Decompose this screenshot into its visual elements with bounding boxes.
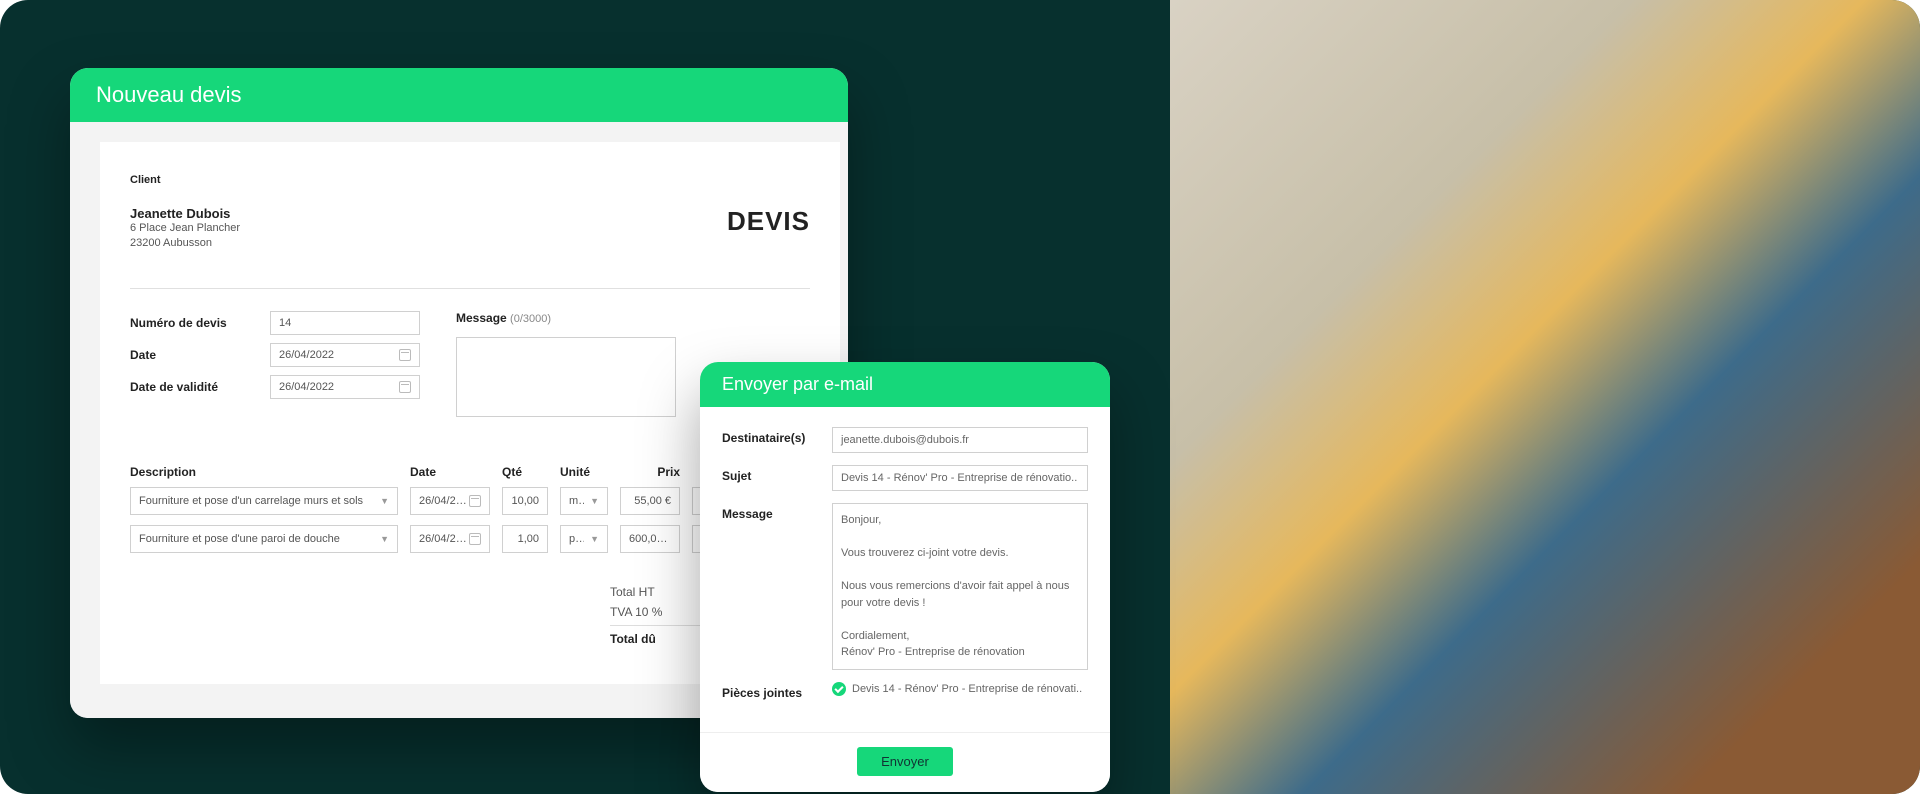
document-type-title: DEVIS bbox=[727, 206, 810, 237]
message-textarea[interactable] bbox=[456, 337, 676, 417]
row-unit-select[interactable]: m2▼ bbox=[560, 487, 608, 515]
row-date-input[interactable]: 26/04/2022 bbox=[410, 487, 490, 515]
email-card-body: Destinataire(s) jeanette.dubois@dubois.f… bbox=[700, 407, 1110, 732]
date-label: Date bbox=[130, 348, 260, 362]
send-button[interactable]: Envoyer bbox=[857, 747, 953, 776]
calendar-icon bbox=[399, 381, 411, 393]
email-message-label: Message bbox=[722, 503, 822, 521]
calendar-icon bbox=[469, 495, 481, 507]
attachment-name: Devis 14 - Rénov' Pro - Entreprise de ré… bbox=[852, 683, 1082, 695]
desc-select[interactable]: Fourniture et pose d'une paroi de douche… bbox=[130, 525, 398, 553]
th-description: Description bbox=[130, 465, 398, 479]
devis-card-title: Nouveau devis bbox=[70, 68, 848, 122]
attachment-item[interactable]: Devis 14 - Rénov' Pro - Entreprise de ré… bbox=[832, 682, 1088, 696]
client-address-line2: 23200 Aubusson bbox=[130, 236, 240, 251]
sujet-label: Sujet bbox=[722, 465, 822, 483]
desc-select[interactable]: Fourniture et pose d'un carrelage murs e… bbox=[130, 487, 398, 515]
destinataire-input[interactable]: jeanette.dubois@dubois.fr bbox=[832, 427, 1088, 453]
sujet-input[interactable]: Devis 14 - Rénov' Pro - Entreprise de ré… bbox=[832, 465, 1088, 491]
chevron-down-icon: ▼ bbox=[590, 496, 599, 506]
validite-label: Date de validité bbox=[130, 380, 260, 394]
client-name: Jeanette Dubois bbox=[130, 206, 240, 221]
total-du-label: Total dû bbox=[610, 632, 656, 646]
client-section-label: Client bbox=[130, 174, 810, 186]
email-card: Envoyer par e-mail Destinataire(s) jeane… bbox=[700, 362, 1110, 792]
email-message-textarea[interactable]: Bonjour, Vous trouverez ci-joint votre d… bbox=[832, 503, 1088, 670]
chevron-down-icon: ▼ bbox=[380, 496, 389, 506]
email-footer: Envoyer bbox=[700, 732, 1110, 792]
client-address-line1: 6 Place Jean Plancher bbox=[130, 221, 240, 236]
chevron-down-icon: ▼ bbox=[380, 534, 389, 544]
numero-input[interactable]: 14 bbox=[270, 311, 420, 335]
row-qty-input[interactable]: 1,00 bbox=[502, 525, 548, 553]
total-tva-label: TVA 10 % bbox=[610, 605, 662, 619]
hero-photo bbox=[1170, 0, 1920, 794]
th-prix: Prix bbox=[620, 465, 680, 479]
divider bbox=[130, 288, 810, 289]
row-unit-select[interactable]: pce▼ bbox=[560, 525, 608, 553]
row-date-input[interactable]: 26/04/2022 bbox=[410, 525, 490, 553]
row-prix-input[interactable]: 600,00 € bbox=[620, 525, 680, 553]
destinataire-label: Destinataire(s) bbox=[722, 427, 822, 445]
message-label: Message (0/3000) bbox=[456, 311, 586, 325]
date-input[interactable]: 26/04/2022 bbox=[270, 343, 420, 367]
pieces-jointes-label: Pièces jointes bbox=[722, 682, 822, 700]
th-qty: Qté bbox=[502, 465, 548, 479]
row-qty-input[interactable]: 10,00 bbox=[502, 487, 548, 515]
th-unit: Unité bbox=[560, 465, 608, 479]
stage: Nouveau devis Client Jeanette Dubois 6 P… bbox=[0, 0, 1920, 794]
validite-input[interactable]: 26/04/2022 bbox=[270, 375, 420, 399]
calendar-icon bbox=[469, 533, 481, 545]
check-icon bbox=[832, 682, 846, 696]
email-card-title: Envoyer par e-mail bbox=[700, 362, 1110, 407]
message-counter: (0/3000) bbox=[510, 313, 551, 325]
chevron-down-icon: ▼ bbox=[590, 534, 599, 544]
th-date: Date bbox=[410, 465, 490, 479]
numero-label: Numéro de devis bbox=[130, 316, 260, 330]
total-ht-label: Total HT bbox=[610, 585, 655, 599]
calendar-icon bbox=[399, 349, 411, 361]
row-prix-input[interactable]: 55,00 € bbox=[620, 487, 680, 515]
